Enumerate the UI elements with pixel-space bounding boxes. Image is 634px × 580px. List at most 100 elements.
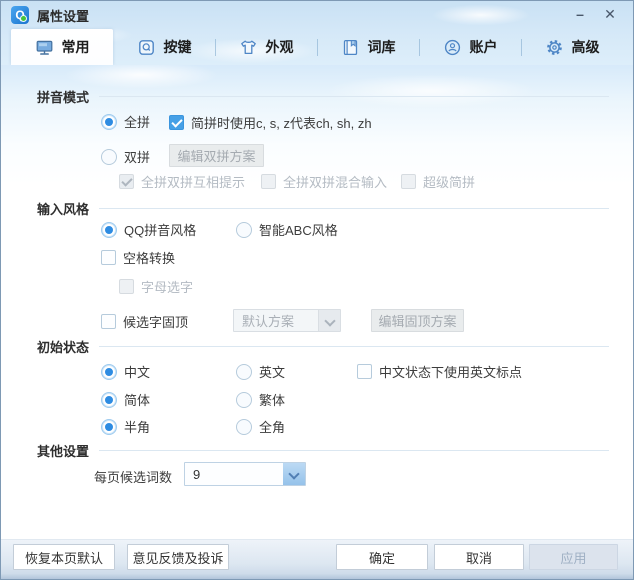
close-button[interactable]: ✕ <box>595 1 625 27</box>
qq-style-radio-group[interactable]: QQ拼音风格 <box>101 220 196 239</box>
divider <box>99 450 609 451</box>
tab-bar: 常用 按键 外观 词库 账户 高级 <box>11 29 623 65</box>
letter-select-label: 字母选字 <box>141 280 194 295</box>
jianpin-label[interactable]: 简拼时使用c, s, z代表ch, sh, zh <box>191 113 372 132</box>
candidate-pin-checkbox-group[interactable]: 候选字固顶 <box>101 312 188 331</box>
simplified-label[interactable]: 简体 <box>124 390 150 409</box>
english-radio-group[interactable]: 英文 <box>236 362 285 381</box>
english-punct-label[interactable]: 中文状态下使用英文标点 <box>379 362 522 381</box>
space-convert-label[interactable]: 空格转换 <box>123 248 175 267</box>
half-width-radio-group[interactable]: 半角 <box>101 417 150 436</box>
mixed-input-label: 全拼双拼混合输入 <box>283 175 388 190</box>
section-input-style: 输入风格 <box>37 199 609 218</box>
section-heading: 输入风格 <box>37 202 90 217</box>
candidate-pin-label[interactable]: 候选字固顶 <box>123 312 188 331</box>
feedback-button[interactable]: 意见反馈及投诉 <box>127 544 229 570</box>
dialog-header: Q 属性设置 – ✕ 常用 按键 外观 词库 账户 高级 <box>1 1 633 65</box>
abc-style-radio[interactable] <box>236 221 252 238</box>
shuangpin-hint-checkbox-group: 全拼双拼互相提示 <box>119 172 245 191</box>
chinese-radio-group[interactable]: 中文 <box>101 362 150 381</box>
monitor-icon <box>35 38 54 57</box>
jianpin-checkbox-group[interactable]: 简拼时使用c, s, z代表ch, sh, zh <box>169 113 372 132</box>
tab-label: 外观 <box>265 39 294 55</box>
cancel-button[interactable]: 取消 <box>434 544 524 570</box>
traditional-label[interactable]: 繁体 <box>259 390 285 409</box>
tab-general[interactable]: 常用 <box>11 29 113 65</box>
english-label[interactable]: 英文 <box>259 362 285 381</box>
ok-button[interactable]: 确定 <box>336 544 428 570</box>
edit-shuangpin-button: 编辑双拼方案 <box>169 144 264 167</box>
section-pinyin-mode: 拼音模式 <box>37 87 609 106</box>
quanpin-radio-group[interactable]: 全拼 <box>101 112 150 131</box>
mixed-input-checkbox <box>261 174 276 189</box>
simplified-radio-group[interactable]: 简体 <box>101 390 150 409</box>
tab-label: 账户 <box>469 39 498 55</box>
dialog-title: 属性设置 <box>37 8 90 24</box>
candidate-pin-checkbox[interactable] <box>101 314 116 329</box>
full-width-radio-group[interactable]: 全角 <box>236 417 285 436</box>
apply-button: 应用 <box>529 544 618 570</box>
quanpin-label[interactable]: 全拼 <box>124 112 150 131</box>
english-radio[interactable] <box>236 363 252 380</box>
divider <box>99 96 609 97</box>
qq-pinyin-logo-icon: Q <box>11 6 29 24</box>
chinese-label[interactable]: 中文 <box>124 362 150 381</box>
super-jianpin-checkbox <box>401 174 416 189</box>
shuangpin-radio[interactable] <box>101 148 117 165</box>
shuangpin-hint-checkbox <box>119 174 134 189</box>
shuangpin-label[interactable]: 双拼 <box>124 147 150 166</box>
section-heading: 其他设置 <box>37 444 90 459</box>
tab-advanced[interactable]: 高级 <box>521 29 623 65</box>
pin-scheme-value: 默认方案 <box>242 314 295 329</box>
abc-style-radio-group[interactable]: 智能ABC风格 <box>236 220 338 239</box>
tab-keys[interactable]: 按键 <box>113 29 215 65</box>
traditional-radio-group[interactable]: 繁体 <box>236 390 285 409</box>
full-width-label[interactable]: 全角 <box>259 417 285 436</box>
letter-select-checkbox-group: 字母选字 <box>119 277 193 296</box>
section-initial-state: 初始状态 <box>37 337 609 356</box>
tab-label: 按键 <box>163 39 192 55</box>
super-jianpin-label: 超级简拼 <box>423 175 476 190</box>
english-punct-checkbox[interactable] <box>357 364 372 379</box>
full-width-radio[interactable] <box>236 418 252 435</box>
tshirt-icon <box>239 38 258 57</box>
english-punct-checkbox-group[interactable]: 中文状态下使用英文标点 <box>357 362 522 381</box>
dialog-footer: 恢复本页默认 意见反馈及投诉 确定 取消 应用 <box>1 539 633 579</box>
chinese-radio[interactable] <box>101 363 117 380</box>
shuangpin-hint-label: 全拼双拼互相提示 <box>141 175 246 190</box>
mixed-input-checkbox-group: 全拼双拼混合输入 <box>261 172 387 191</box>
tab-account[interactable]: 账户 <box>419 29 521 65</box>
pin-scheme-select: 默认方案 <box>233 309 341 332</box>
restore-defaults-button[interactable]: 恢复本页默认 <box>13 544 115 570</box>
tab-label: 词库 <box>367 39 396 55</box>
tab-label: 高级 <box>571 39 600 55</box>
minimize-button[interactable]: – <box>565 1 595 27</box>
candidates-per-page-label: 每页候选词数 <box>94 470 173 485</box>
candidates-per-page-select[interactable]: 9 <box>184 462 306 486</box>
chevron-down-icon <box>318 310 340 331</box>
titlebar: Q 属性设置 – ✕ <box>1 1 633 29</box>
chevron-down-icon[interactable] <box>283 463 305 485</box>
jianpin-checkbox[interactable] <box>169 115 184 130</box>
tab-appearance[interactable]: 外观 <box>215 29 317 65</box>
quanpin-radio[interactable] <box>101 113 117 130</box>
space-convert-checkbox[interactable] <box>101 250 116 265</box>
qq-style-radio[interactable] <box>101 221 117 238</box>
user-circle-icon <box>443 38 462 57</box>
settings-content: 拼音模式 全拼 简拼时使用c, s, z代表ch, sh, zh 双拼 编辑双拼… <box>1 65 633 541</box>
edit-pin-button: 编辑固顶方案 <box>371 309 464 332</box>
half-width-label[interactable]: 半角 <box>124 417 150 436</box>
traditional-radio[interactable] <box>236 391 252 408</box>
half-width-radio[interactable] <box>101 418 117 435</box>
tab-dictionary[interactable]: 词库 <box>317 29 419 65</box>
space-convert-checkbox-group[interactable]: 空格转换 <box>101 248 175 267</box>
abc-style-label[interactable]: 智能ABC风格 <box>259 220 338 239</box>
shuangpin-radio-group[interactable]: 双拼 <box>101 147 150 166</box>
gear-icon <box>545 38 564 57</box>
qq-style-label[interactable]: QQ拼音风格 <box>124 220 196 239</box>
tab-label: 常用 <box>61 39 90 55</box>
simplified-radio[interactable] <box>101 391 117 408</box>
super-jianpin-checkbox-group: 超级简拼 <box>401 172 475 191</box>
book-icon <box>341 38 360 57</box>
candidates-per-page-value: 9 <box>193 466 201 482</box>
